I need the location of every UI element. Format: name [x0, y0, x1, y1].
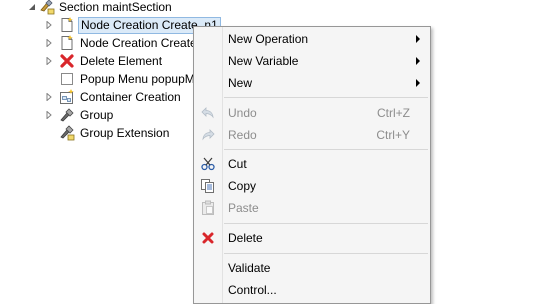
- menu-item-label: Control...: [228, 283, 277, 297]
- tree-item-label: Group: [80, 108, 114, 122]
- expand-arrow-icon[interactable]: [44, 34, 54, 52]
- copy-icon: [200, 178, 216, 194]
- menu-item-new-variable[interactable]: New Variable: [194, 50, 430, 72]
- menu-item-cut[interactable]: Cut: [194, 153, 430, 175]
- menu-item-paste[interactable]: Paste: [194, 197, 430, 219]
- redo-icon: [200, 127, 216, 143]
- tree-item-label: Container Creation: [80, 90, 181, 104]
- menu-item-label: Cut: [228, 157, 247, 171]
- context-menu: New Operation New Variable New Undo Ctrl…: [193, 26, 431, 304]
- menu-item-label: New: [228, 76, 253, 90]
- expand-arrow-icon[interactable]: [44, 52, 54, 70]
- menu-separator: [224, 223, 428, 224]
- menu-item-validate[interactable]: Validate: [194, 257, 430, 279]
- tree-item-label: Delete Element: [80, 54, 163, 68]
- menu-item-label: Validate: [228, 261, 271, 275]
- menu-item-new-operation[interactable]: New Operation: [194, 28, 430, 50]
- menu-item-label: Delete: [228, 231, 263, 245]
- menu-item-shortcut: Ctrl+Z: [377, 106, 410, 120]
- cut-icon: [200, 156, 216, 172]
- collapse-arrow-icon[interactable]: [27, 0, 37, 16]
- menu-item-label: New Variable: [228, 54, 299, 68]
- menu-item-label: Undo: [228, 106, 257, 120]
- tree-item-label: Node Creation Create: [80, 36, 197, 50]
- popup-menu-icon: [59, 71, 75, 87]
- node-creation-icon: [59, 35, 75, 51]
- menu-item-label: Redo: [228, 128, 257, 142]
- menu-separator: [224, 97, 428, 98]
- submenu-arrow-icon: [416, 35, 420, 43]
- menu-item-redo[interactable]: Redo Ctrl+Y: [194, 124, 430, 146]
- expand-arrow-icon[interactable]: [44, 106, 54, 124]
- menu-item-copy[interactable]: Copy: [194, 175, 430, 197]
- undo-icon: [200, 105, 216, 121]
- delete-icon: [200, 230, 216, 246]
- paste-icon: [200, 200, 216, 216]
- submenu-arrow-icon: [416, 79, 420, 87]
- menu-separator: [224, 253, 428, 254]
- section-icon: [39, 0, 55, 15]
- container-creation-icon: [59, 89, 75, 105]
- menu-item-control[interactable]: Control...: [194, 279, 430, 301]
- tree-item-label: Group Extension: [80, 126, 170, 140]
- menu-item-shortcut: Ctrl+Y: [376, 128, 410, 142]
- expand-arrow-icon[interactable]: [44, 16, 54, 34]
- tree-item-label: Popup Menu popupM: [80, 72, 195, 86]
- menu-item-new[interactable]: New: [194, 72, 430, 94]
- menu-separator: [224, 149, 428, 150]
- menu-item-label: New Operation: [228, 32, 309, 46]
- menu-item-label: Paste: [228, 201, 259, 215]
- menu-item-label: Copy: [228, 179, 257, 193]
- submenu-arrow-icon: [416, 57, 420, 65]
- group-extension-icon: [59, 125, 75, 141]
- menu-item-undo[interactable]: Undo Ctrl+Z: [194, 102, 430, 124]
- group-icon: [59, 107, 75, 123]
- delete-element-icon: [59, 53, 75, 69]
- menu-item-delete[interactable]: Delete: [194, 227, 430, 249]
- tree-root-label: Section maintSection: [59, 0, 172, 14]
- node-creation-icon: [59, 17, 75, 33]
- expand-arrow-icon[interactable]: [44, 88, 54, 106]
